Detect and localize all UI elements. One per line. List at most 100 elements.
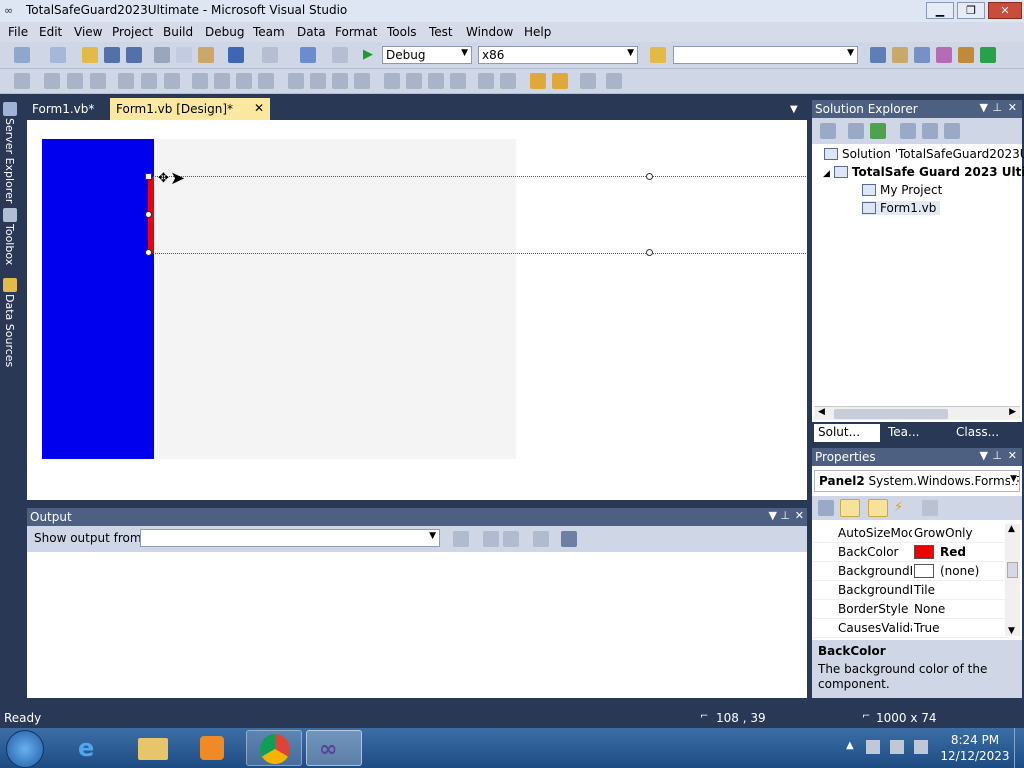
resize-handle-bottom-right[interactable] [646,249,653,256]
scrollbar-thumb[interactable] [834,409,948,419]
close-icon[interactable]: ✕ [1008,101,1017,114]
cut-icon[interactable] [154,47,170,63]
properties-window-icon[interactable] [892,47,908,63]
make-same-height-icon[interactable] [236,73,252,89]
undo-icon[interactable] [228,47,244,63]
solution-explorer-icon[interactable] [870,47,886,63]
view-code-icon[interactable] [900,123,916,139]
navigate-forward-icon[interactable] [332,47,348,63]
resize-handle-top-left[interactable] [145,173,152,180]
show-desktop-button[interactable] [1014,728,1024,768]
menu-format[interactable]: Format [335,25,377,39]
start-debugging-icon[interactable]: ▶ [360,47,376,63]
network-icon[interactable] [890,740,904,754]
move-glyph-icon[interactable]: ✥ [158,171,169,186]
property-pages-icon[interactable] [922,500,938,516]
visual-studio-taskbar-button[interactable]: ∞ [306,730,362,766]
pin-icon[interactable]: ⊥ [780,509,790,522]
media-player-taskbar-button[interactable] [184,730,240,766]
toolbox-icon[interactable] [936,47,952,63]
remove-vertical-spacing-icon[interactable] [450,73,466,89]
pin-icon[interactable]: ⊥ [992,449,1002,462]
tree-my-project[interactable]: My Project [862,183,942,197]
object-browser-icon[interactable] [914,47,930,63]
scrollbar-thumb[interactable] [1007,562,1018,578]
toolbox-tab[interactable]: Toolbox [3,224,16,265]
tree-form1[interactable]: Form1.vb [862,201,941,215]
scroll-down-icon[interactable]: ▼ [1008,626,1015,636]
menu-data[interactable]: Data [297,25,326,39]
make-same-width-icon[interactable] [192,73,208,89]
close-tab-icon[interactable]: ✕ [254,101,264,115]
align-bottoms-icon[interactable] [164,73,180,89]
categorized-icon[interactable] [818,500,834,516]
tab-solution-explorer[interactable]: Solut... [814,424,880,442]
tab-form1-code[interactable]: Form1.vb* [26,98,100,120]
extension-manager-icon[interactable] [958,47,974,63]
scroll-left-icon[interactable]: ◀ [818,407,825,417]
close-icon[interactable]: ✕ [1008,449,1017,462]
view-class-diagram-icon[interactable] [944,123,960,139]
menu-help[interactable]: Help [524,25,551,39]
decrease-horizontal-spacing-icon[interactable] [332,73,348,89]
tab-class-view[interactable]: Class... [952,424,1020,442]
copy-icon[interactable] [176,47,192,63]
internet-explorer-taskbar-button[interactable]: e [64,730,120,766]
property-row[interactable]: BorderStyle None [812,600,1008,619]
menu-build[interactable]: Build [163,25,193,39]
decrease-vertical-spacing-icon[interactable] [428,73,444,89]
paste-icon[interactable] [198,47,214,63]
show-output-from-dropdown[interactable]: ▼ [140,529,440,547]
resize-handle-top-right[interactable] [646,173,653,180]
menu-tools[interactable]: Tools [387,25,417,39]
send-to-back-icon[interactable] [552,73,568,89]
increase-horizontal-spacing-icon[interactable] [310,73,326,89]
scroll-right-icon[interactable]: ▶ [1009,407,1016,417]
tab-order-icon[interactable] [580,73,596,89]
view-designer-icon[interactable] [922,123,938,139]
server-explorer-tab[interactable]: Server Explorer [3,118,16,203]
alphabetical-icon[interactable] [840,499,860,517]
align-centers-icon[interactable] [67,73,83,89]
horizontal-spacing-equal-icon[interactable] [288,73,304,89]
find-combo[interactable]: ▼ [673,46,858,64]
save-all-icon[interactable] [126,47,142,63]
center-vertically-icon[interactable] [500,73,516,89]
open-file-icon[interactable] [82,47,98,63]
property-row[interactable]: AutoSizeMod GrowOnly [812,524,1008,543]
navigate-backward-icon[interactable] [300,47,316,63]
menu-edit[interactable]: Edit [39,25,62,39]
chrome-taskbar-button[interactable] [246,730,302,766]
menu-debug[interactable]: Debug [205,25,244,39]
action-center-icon[interactable] [866,740,880,754]
scroll-up-icon[interactable]: ▲ [1008,524,1015,534]
increase-vertical-spacing-icon[interactable] [406,73,422,89]
new-project-icon[interactable] [14,47,30,63]
data-sources-tab[interactable]: Data Sources [3,294,16,367]
menu-project[interactable]: Project [112,25,153,39]
find-message-icon[interactable] [453,531,469,547]
menu-team[interactable]: Team [253,25,285,39]
show-all-files-icon[interactable] [848,123,864,139]
window-position-icon[interactable]: ▼ [980,101,988,114]
horizontal-scrollbar[interactable]: ◀ ▶ [814,406,1020,420]
align-tops-icon[interactable] [118,73,134,89]
solution-platform-dropdown[interactable]: x86 ▼ [478,46,638,64]
volume-muted-icon[interactable] [914,740,928,754]
property-row[interactable]: BackgroundIr (none) [812,562,1008,581]
resize-handle-middle-left[interactable] [145,211,152,218]
lock-controls-icon[interactable] [606,73,622,89]
restore-button[interactable]: ❐ [957,2,985,19]
center-horizontally-icon[interactable] [478,73,494,89]
align-to-grid-icon[interactable] [14,73,30,89]
save-icon[interactable] [104,47,120,63]
tab-form1-design[interactable]: Form1.vb [Design]* ✕ [110,98,270,120]
start-button-icon[interactable] [6,730,44,768]
start-page-icon[interactable] [980,47,996,63]
vertical-scrollbar[interactable]: ▲ ▼ [1005,524,1020,636]
properties-view-icon[interactable] [868,499,888,517]
refresh-icon[interactable] [870,123,886,139]
tree-solution[interactable]: Solution 'TotalSafeGuard2023Ulti [824,147,1024,161]
vertical-spacing-equal-icon[interactable] [384,73,400,89]
menu-window[interactable]: Window [466,25,513,39]
